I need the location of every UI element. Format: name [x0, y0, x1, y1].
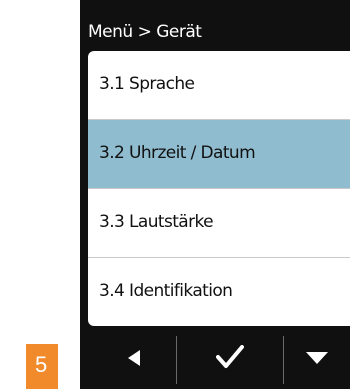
- softkey-bar: [80, 326, 350, 389]
- menu-item-label: 3.4 Identifikation: [99, 281, 233, 301]
- callout-number: 5: [35, 352, 48, 377]
- confirm-button[interactable]: [177, 326, 283, 389]
- checkmark-icon: [216, 345, 244, 368]
- menu-item-label: 3.1 Sprache: [99, 74, 195, 94]
- menu-list: 3.1 Sprache 3.2 Uhrzeit / Datum 3.3 Laut…: [88, 51, 350, 326]
- breadcrumb-header: Menü > Gerät: [80, 0, 350, 51]
- menu-item-lautstaerke[interactable]: 3.3 Lautstärke: [88, 189, 350, 257]
- breadcrumb: Menü > Gerät: [88, 22, 202, 42]
- triangle-down-icon: [306, 352, 328, 364]
- back-button[interactable]: [88, 326, 176, 389]
- callout-number-badge: 5: [26, 344, 58, 389]
- device-screen: Menü > Gerät 3.1 Sprache 3.2 Uhrzeit / D…: [80, 0, 350, 389]
- down-button[interactable]: [284, 326, 350, 389]
- menu-item-uhrzeit-datum[interactable]: 3.2 Uhrzeit / Datum: [88, 120, 350, 188]
- menu-item-sprache[interactable]: 3.1 Sprache: [88, 51, 350, 119]
- menu-item-label: 3.2 Uhrzeit / Datum: [99, 143, 256, 163]
- menu-item-label: 3.3 Lautstärke: [99, 212, 214, 232]
- menu-item-identifikation[interactable]: 3.4 Identifikation: [88, 258, 350, 326]
- triangle-left-icon: [128, 350, 140, 366]
